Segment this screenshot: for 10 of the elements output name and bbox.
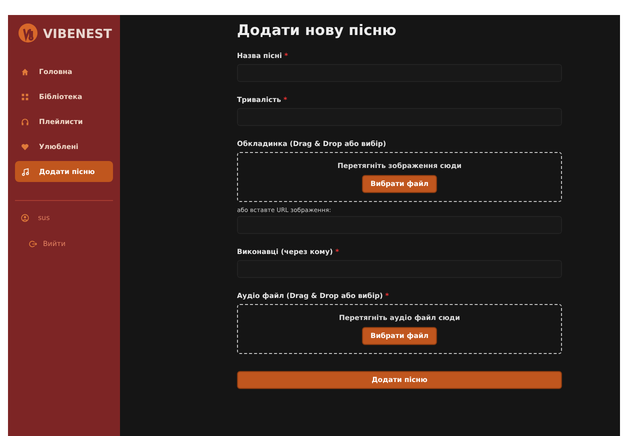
logo-icon: [18, 23, 38, 43]
grid-icon: [21, 92, 29, 100]
logo-text: VIBENEST: [43, 26, 112, 40]
music-note-icon: [21, 168, 29, 176]
home-icon: [21, 68, 29, 76]
heart-icon: [21, 142, 29, 150]
headphones-icon: [21, 118, 29, 126]
logout-icon: [29, 240, 37, 248]
user-icon: [21, 214, 29, 222]
page-title: Додати нову пісню: [237, 23, 398, 39]
